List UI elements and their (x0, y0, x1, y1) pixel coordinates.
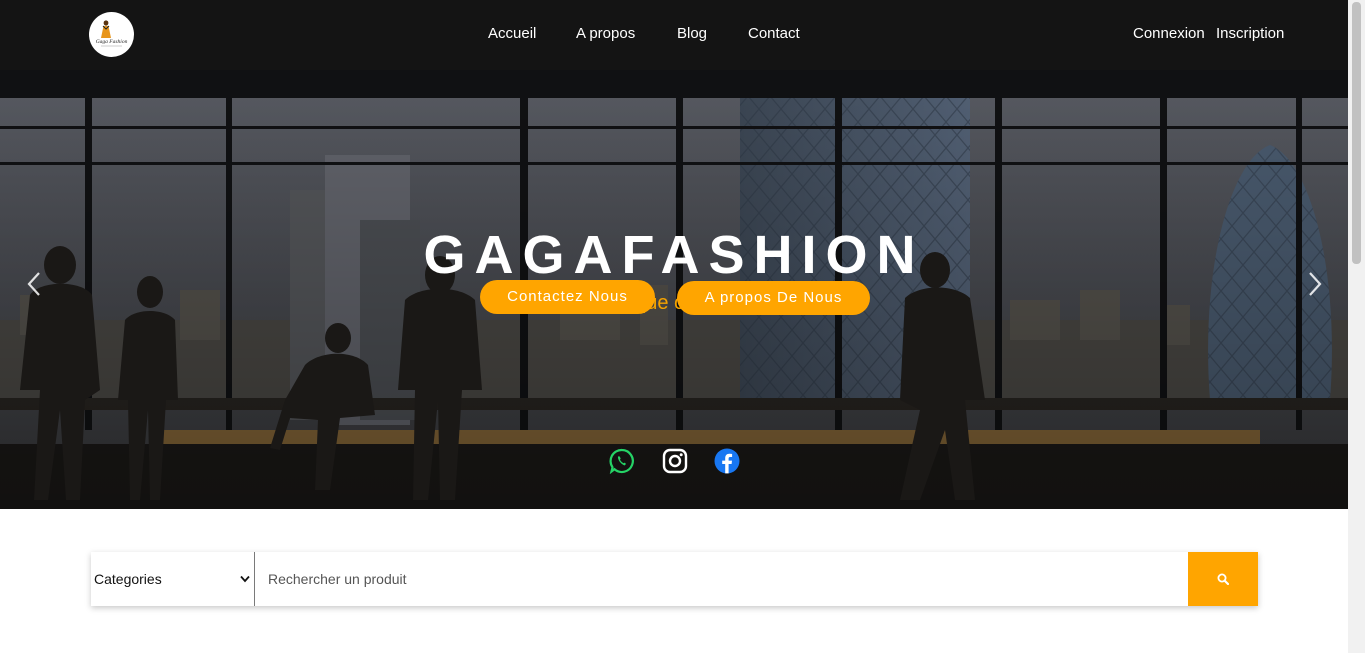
navbar: Gaga Fashion Accueil A propos Blog Conta… (0, 0, 1348, 70)
nav-blog[interactable]: Blog (677, 25, 707, 43)
hero-title: GAGAFASHION (423, 225, 925, 285)
instagram-icon[interactable] (662, 448, 688, 474)
nav-a-propos[interactable]: A propos (576, 25, 635, 43)
facebook-icon[interactable] (714, 448, 740, 474)
logo-icon: Gaga Fashion (89, 12, 134, 57)
scrollbar-thumb[interactable] (1352, 2, 1361, 264)
chevron-down-icon (240, 575, 250, 583)
contact-us-button[interactable]: Contactez Nous (480, 280, 655, 314)
nav-contact[interactable]: Contact (748, 25, 800, 43)
search-icon (1217, 573, 1229, 585)
about-us-button[interactable]: A propos De Nous (677, 281, 870, 315)
signup-link[interactable]: Inscription (1216, 25, 1284, 43)
svg-text:Gaga Fashion: Gaga Fashion (96, 39, 128, 45)
nav-accueil[interactable]: Accueil (488, 25, 536, 43)
page-scrollbar[interactable] (1348, 0, 1365, 653)
product-search-bar: Categories (91, 552, 1258, 606)
category-select[interactable]: Categories (91, 552, 255, 606)
hero-tagline: L'afrique c'est chic (592, 292, 756, 314)
hero-background-image (0, 70, 1348, 509)
hero-carousel: GAGAFASHION L'afrique c'est chic Contact… (0, 70, 1348, 509)
whatsapp-icon[interactable] (609, 448, 635, 474)
search-input[interactable] (255, 552, 1188, 606)
search-button[interactable] (1188, 552, 1258, 606)
category-select-value: Categories (94, 571, 162, 587)
brand-logo[interactable]: Gaga Fashion (89, 12, 134, 57)
login-link[interactable]: Connexion (1133, 25, 1205, 43)
